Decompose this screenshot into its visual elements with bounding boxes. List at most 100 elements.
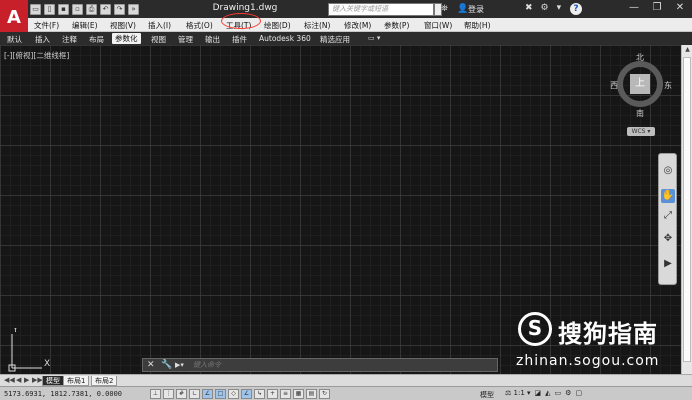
binoculars-icon[interactable]: ⛯ xyxy=(441,4,448,14)
view-cube[interactable]: 上 北 南 东 西 xyxy=(608,52,680,132)
ucs-y-label: Y xyxy=(12,328,18,334)
vertical-scrollbar[interactable]: ▲ xyxy=(681,45,692,374)
tab-insert[interactable]: 插入 xyxy=(35,34,50,45)
tab-annotate[interactable]: 注释 xyxy=(62,34,77,45)
transparency-icon[interactable]: ▦ xyxy=(293,389,304,399)
sogou-watermark: S 搜狗指南 zhinan.sogou.com xyxy=(506,308,682,374)
ribbon-minimize-toggle[interactable]: ▭ ▾ xyxy=(368,34,380,42)
tab-layout2[interactable]: 布局2 xyxy=(91,376,118,386)
tab-output[interactable]: 输出 xyxy=(205,34,220,45)
open-file-icon[interactable]: ▯ xyxy=(44,3,55,15)
next-layout-icon[interactable]: ▶ xyxy=(24,376,29,384)
menu-insert[interactable]: 插入(I) xyxy=(148,20,171,31)
clean-screen-icon[interactable]: ▢ xyxy=(575,389,582,397)
scroll-up-icon[interactable]: ▲ xyxy=(682,45,692,55)
tools-menu-highlight-circle xyxy=(221,13,261,29)
tab-featured-apps[interactable]: 精选应用 xyxy=(320,34,350,45)
ucs-icon: Y X xyxy=(8,328,50,372)
ucs-x-label: X xyxy=(44,359,50,369)
compass-west[interactable]: 西 xyxy=(610,80,618,91)
menu-draw[interactable]: 绘图(D) xyxy=(264,20,291,31)
compass-south[interactable]: 南 xyxy=(636,108,644,119)
user-icon[interactable]: 👤 xyxy=(457,4,468,14)
compass-north[interactable]: 北 xyxy=(636,52,644,63)
view-cube-top-face[interactable]: 上 xyxy=(630,74,650,94)
tab-layout1[interactable]: 布局1 xyxy=(63,376,90,386)
save-icon[interactable]: ▪ xyxy=(58,3,69,15)
status-right-tools: ⚖ 1:1 ▾ ◪ ◭ ▭ ⚙ ▢ xyxy=(505,389,582,397)
object-snap-icon[interactable]: □ xyxy=(215,389,226,399)
layout-tabs-bar: ◀◀ ◀ ▶ ▶▶ 模型 布局1 布局2 xyxy=(0,374,692,386)
orbit-icon[interactable]: ✥ xyxy=(661,232,675,246)
annotation-scale[interactable]: ⚖ 1:1 ▾ xyxy=(505,389,531,397)
menu-view[interactable]: 视图(V) xyxy=(110,20,136,31)
pan-hand-icon[interactable]: ✋ xyxy=(661,189,675,203)
help-icon[interactable]: ? xyxy=(570,3,582,15)
tab-view[interactable]: 视图 xyxy=(151,34,166,45)
tab-plugins[interactable]: 插件 xyxy=(232,34,247,45)
viewport-controls-label[interactable]: [-][俯视][二维线框] xyxy=(4,50,69,61)
tab-model[interactable]: 模型 xyxy=(42,376,64,386)
wcs-menu[interactable]: WCS ▾ xyxy=(627,127,655,136)
more-icon[interactable]: » xyxy=(128,3,139,15)
watermark-url: zhinan.sogou.com xyxy=(516,353,660,369)
auto-scale-icon[interactable]: ◭ xyxy=(545,389,550,397)
tab-autodesk-360[interactable]: Autodesk 360 xyxy=(259,34,311,43)
undo-icon[interactable]: ↶ xyxy=(100,3,111,15)
showmotion-icon[interactable]: ▶ xyxy=(661,257,675,271)
print-icon[interactable]: ⎙ xyxy=(86,3,97,15)
ortho-mode-icon[interactable]: ∟ xyxy=(189,389,200,399)
tab-manage[interactable]: 管理 xyxy=(178,34,193,45)
menu-window[interactable]: 窗口(W) xyxy=(424,20,452,31)
document-title: Drawing1.dwg xyxy=(212,3,278,13)
application-menu-button[interactable]: A xyxy=(0,0,28,34)
zoom-extents-icon[interactable]: ⤢ xyxy=(661,209,675,223)
menu-help[interactable]: 帮助(H) xyxy=(464,20,491,31)
tab-parametric[interactable]: 参数化 xyxy=(112,33,141,44)
dynamic-input-icon[interactable]: + xyxy=(267,389,278,399)
steering-wheel-icon[interactable]: ◎ xyxy=(661,164,675,178)
snap-mode-icon[interactable]: ⋮ xyxy=(163,389,174,399)
menu-file[interactable]: 文件(F) xyxy=(34,20,59,31)
drafting-toggles: ⊥ ⋮ # ∟ ∠ □ ◇ ∠ ↳ + ≡ ▦ ▤ ↻ xyxy=(150,389,330,399)
grid-display-icon[interactable]: # xyxy=(176,389,187,399)
model-space-toggle[interactable]: 模型 xyxy=(480,390,494,400)
selection-cycling-icon[interactable]: ↻ xyxy=(319,389,330,399)
tab-layout[interactable]: 布局 xyxy=(89,34,104,45)
minimize-button[interactable]: — xyxy=(623,0,645,16)
prev-layout-icon[interactable]: ◀ xyxy=(16,376,21,384)
login-link[interactable]: 登录 xyxy=(468,4,484,15)
menu-edit[interactable]: 编辑(E) xyxy=(72,20,98,31)
workspace-icon[interactable]: ▭ xyxy=(555,389,562,397)
wrench-icon[interactable]: 🔧 xyxy=(161,360,172,370)
menu-format[interactable]: 格式(O) xyxy=(186,20,213,31)
quick-properties-icon[interactable]: ▤ xyxy=(306,389,317,399)
settings-gear-icon[interactable]: ⚙ xyxy=(565,389,571,397)
infer-constraints-icon[interactable]: ⊥ xyxy=(150,389,161,399)
polar-tracking-icon[interactable]: ∠ xyxy=(202,389,213,399)
3d-object-snap-icon[interactable]: ◇ xyxy=(228,389,239,399)
menu-dimension[interactable]: 标注(N) xyxy=(304,20,330,31)
command-input[interactable] xyxy=(193,360,493,371)
save-as-icon[interactable]: ▫ xyxy=(72,3,83,15)
dynamic-ucs-icon[interactable]: ↳ xyxy=(254,389,265,399)
command-prompt-icon[interactable]: ▶▾ xyxy=(175,361,184,369)
compass-east[interactable]: 东 xyxy=(664,80,672,91)
new-file-icon[interactable]: ▭ xyxy=(30,3,41,15)
search-input[interactable] xyxy=(328,3,434,16)
lineweight-icon[interactable]: ≡ xyxy=(280,389,291,399)
restore-button[interactable]: ❐ xyxy=(646,0,668,16)
scrollbar-thumb[interactable] xyxy=(683,57,691,362)
tab-default[interactable]: 默认 xyxy=(7,34,22,45)
close-button[interactable]: ✕ xyxy=(669,0,691,16)
command-line-close-icon[interactable]: ✕ xyxy=(147,360,155,370)
redo-icon[interactable]: ↷ xyxy=(114,3,125,15)
object-snap-tracking-icon[interactable]: ∠ xyxy=(241,389,252,399)
user-menu-icon[interactable]: ▾ xyxy=(557,3,562,13)
autodesk-app-icon[interactable]: ⚙ xyxy=(541,3,549,13)
menu-modify[interactable]: 修改(M) xyxy=(344,20,371,31)
menu-parameter[interactable]: 参数(P) xyxy=(384,20,409,31)
first-layout-icon[interactable]: ◀◀ xyxy=(4,376,15,384)
exchange-icon[interactable]: ✖ xyxy=(525,3,533,13)
annotation-visibility-icon[interactable]: ◪ xyxy=(535,389,542,397)
